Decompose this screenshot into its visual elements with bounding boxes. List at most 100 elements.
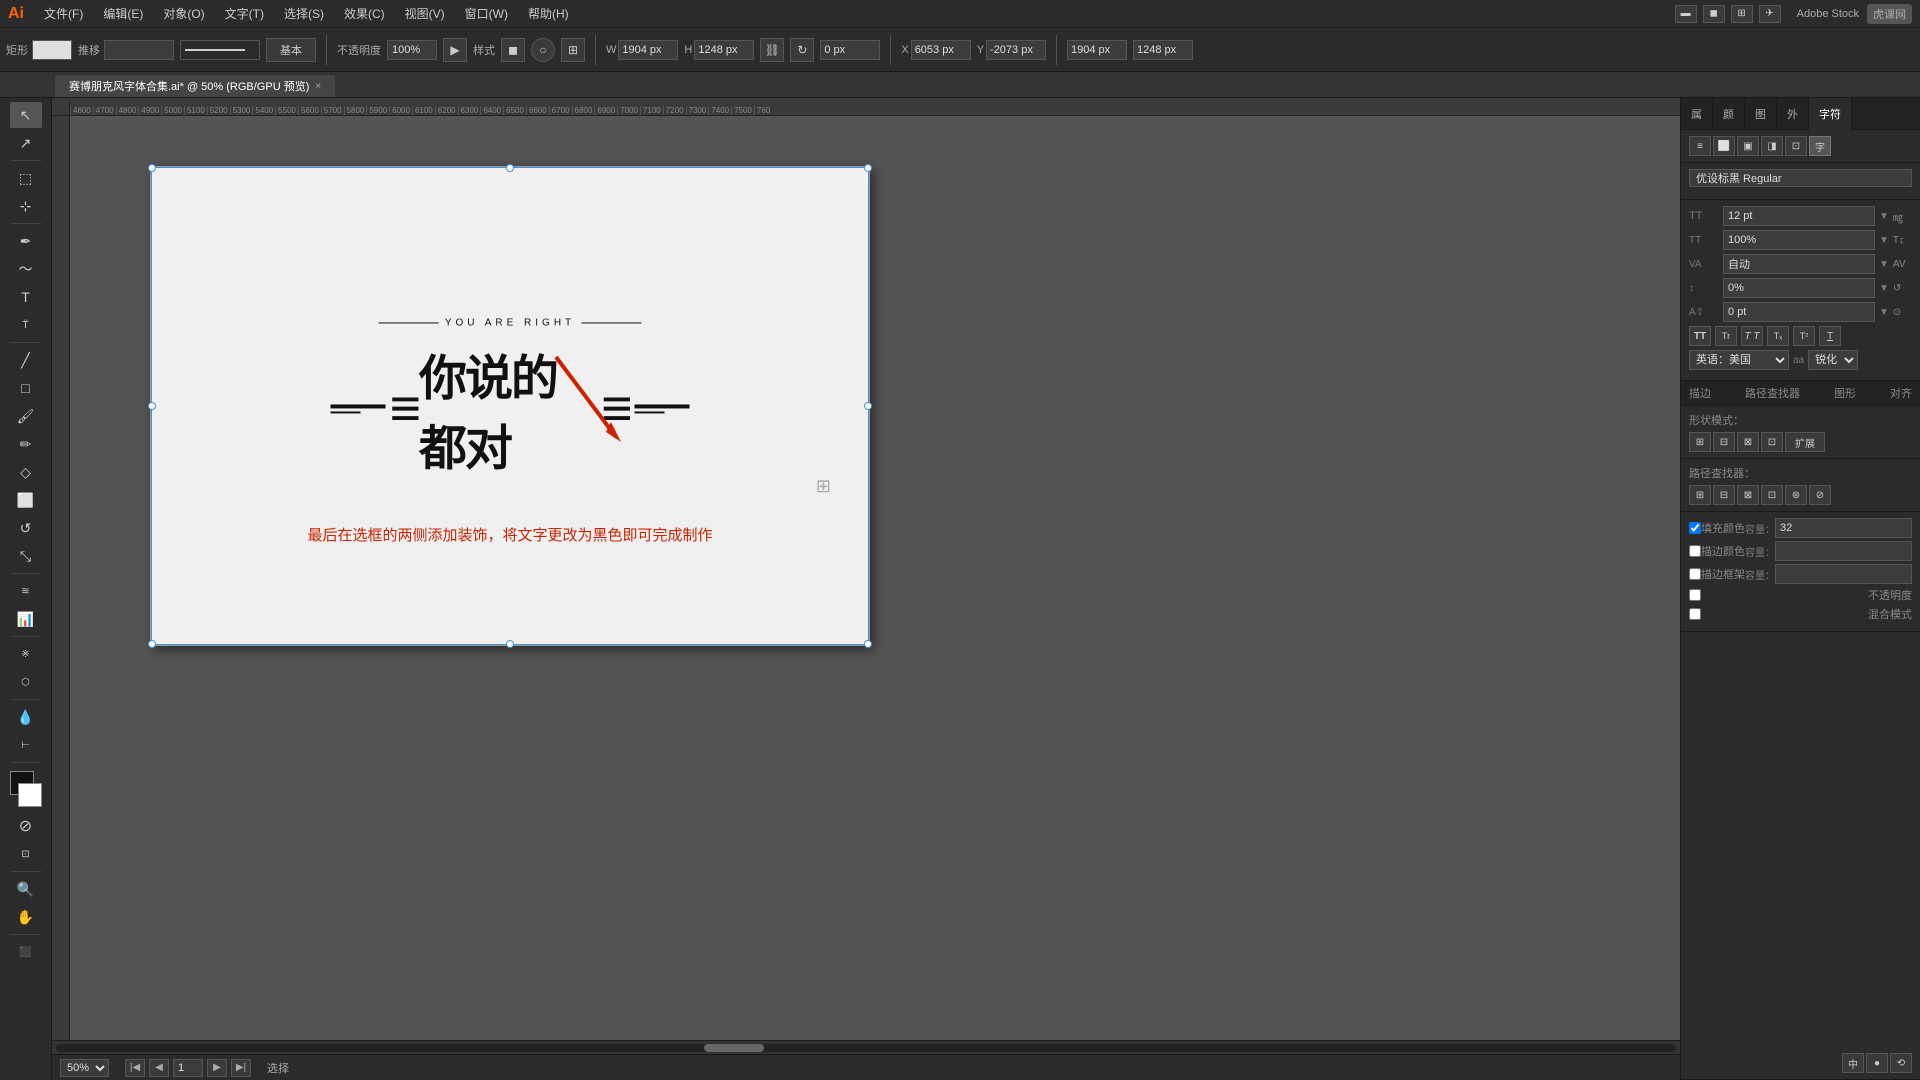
tool-rect[interactable]: □ [10,375,42,401]
pf-btn-1[interactable]: ⊞ [1689,485,1711,505]
panel-bottom-btn-3[interactable]: ⟲ [1890,1053,1912,1073]
menu-window[interactable]: 窗口(W) [457,3,516,24]
tracking-input[interactable] [1723,254,1875,274]
pf-btn-4[interactable]: ⊡ [1761,485,1783,505]
menu-object[interactable]: 对象(O) [155,3,212,24]
frame-opacity-input[interactable] [1775,564,1912,584]
tool-background-color[interactable] [18,783,42,807]
handle-mid-left[interactable] [148,402,156,410]
tool-select[interactable]: ↖ [10,102,42,128]
tool-measure[interactable]: ⊢ [10,732,42,758]
panel-tab-outer[interactable]: 外 [1777,98,1809,130]
tool-shaper[interactable]: ◇ [10,459,42,485]
h2-input[interactable] [1133,40,1193,60]
transparency-checkbox[interactable] [1689,589,1701,601]
fill-opacity-input[interactable] [1775,518,1912,538]
push-input[interactable] [104,40,174,60]
frame-checkbox[interactable] [1689,568,1701,580]
panel-tab-color[interactable]: 颜 [1713,98,1745,130]
w2-input[interactable] [1067,40,1127,60]
panel-tab-attr[interactable]: 属 [1681,98,1713,130]
tool-touch-type[interactable]: T̈ [10,312,42,338]
btn-tt-sub[interactable]: Tₓ [1767,326,1789,346]
stroke-type-btn[interactable]: 基本 [266,38,316,62]
zoom-select[interactable]: 50% [60,1059,109,1077]
btn-tt-under[interactable]: T [1819,326,1841,346]
pf-btn-5[interactable]: ⊛ [1785,485,1807,505]
menu-help[interactable]: 帮助(H) [520,3,577,24]
menu-view[interactable]: 视图(V) [397,3,453,24]
tool-rotate[interactable]: ↺ [10,515,42,541]
menu-icon-2[interactable]: ◼ [1703,5,1725,23]
shape-add-btn[interactable]: ⊞ [1689,432,1711,452]
bs-input[interactable] [1723,302,1875,322]
menu-file[interactable]: 文件(F) [36,3,91,24]
handle-bottom-center[interactable] [506,640,514,648]
menu-effect[interactable]: 效果(C) [336,3,393,24]
btn-tt-script[interactable]: T T [1741,326,1763,346]
fill-color-swatch[interactable] [32,40,72,60]
tool-paintbrush[interactable]: 🖌 [10,403,42,429]
opacity-expand-btn[interactable]: ▶ [443,38,467,62]
menu-icon-4[interactable]: ✈ [1759,5,1781,23]
handle-top-left[interactable] [148,164,156,172]
tool-type[interactable]: T [10,284,42,310]
leading-input[interactable] [1723,278,1875,298]
panel-icon-color[interactable]: ⬜ [1713,136,1735,156]
height-input[interactable] [694,40,754,60]
style-btn[interactable]: ◼ [501,38,525,62]
btn-tt-sup[interactable]: T² [1793,326,1815,346]
pf-btn-3[interactable]: ⊠ [1737,485,1759,505]
menu-select[interactable]: 选择(S) [276,3,332,24]
panel-icon-graph2[interactable]: ▣ [1737,136,1759,156]
shape-exclude-btn[interactable]: ⊡ [1761,432,1783,452]
page-forward-btn[interactable]: ▶ [207,1059,227,1077]
path-section-header[interactable]: 描边 路径查找器 图形 对齐 [1681,381,1920,406]
tool-symbol[interactable]: ※ [10,641,42,667]
stroke-checkbox[interactable] [1689,545,1701,557]
scale-h-input[interactable] [1723,230,1875,250]
opacity-input[interactable] [387,40,437,60]
width-input[interactable] [618,40,678,60]
aa-select[interactable]: 锐化 [1808,350,1858,370]
font-search-input[interactable] [1696,172,1905,184]
tool-eyedropper[interactable]: 💧 [10,704,42,730]
x-input[interactable] [911,40,971,60]
menu-type[interactable]: 文字(T) [217,3,272,24]
tool-scale[interactable]: ⤡ [10,543,42,569]
panel-icon-properties[interactable]: ≡ [1689,136,1711,156]
tool-none[interactable]: ⊘ [10,813,42,839]
shape-expand-btn[interactable]: 扩展 [1785,432,1825,452]
y-input[interactable] [986,40,1046,60]
panel-bottom-btn-2[interactable]: ● [1866,1053,1888,1073]
menu-icon-3[interactable]: ⊞ [1731,5,1753,23]
panel-tab-graph[interactable]: 图 [1745,98,1777,130]
handle-bottom-left[interactable] [148,640,156,648]
page-input[interactable] [173,1059,203,1077]
fill-checkbox[interactable] [1689,522,1701,534]
tool-extra[interactable]: ⬛ [10,939,42,965]
tool-curvature[interactable]: 〜 [10,256,42,282]
tool-pencil[interactable]: ✏ [10,431,42,457]
tool-eraser[interactable]: ⬜ [10,487,42,513]
panel-bottom-btn-1[interactable]: 中 [1842,1053,1864,1073]
shape-intersect-btn[interactable]: ⊠ [1737,432,1759,452]
tool-col[interactable]: ⬡ [10,669,42,695]
tool-warp[interactable]: ≋ [10,578,42,604]
tool-direct-select[interactable]: ↗ [10,130,42,156]
handle-mid-right[interactable] [864,402,872,410]
handle-top-right[interactable] [864,164,872,172]
doc-tab-close[interactable]: × [315,81,321,92]
blend-checkbox[interactable] [1689,608,1701,620]
stroke-swatch[interactable] [180,40,260,60]
rotate-btn[interactable]: ↻ [790,38,814,62]
panel-icon-char2[interactable]: 字 [1809,136,1831,156]
artboard[interactable]: YOU ARE RIGHT ≡ [150,166,870,646]
tool-artboard[interactable]: ⬚ [10,165,42,191]
menu-edit[interactable]: 编辑(E) [95,3,151,24]
page-prev-btn[interactable]: |◀ [125,1059,145,1077]
font-size-input[interactable] [1723,206,1875,226]
panel-tab-char[interactable]: 字符 [1809,98,1852,130]
rotate-input[interactable] [820,40,880,60]
pf-btn-6[interactable]: ⊘ [1809,485,1831,505]
